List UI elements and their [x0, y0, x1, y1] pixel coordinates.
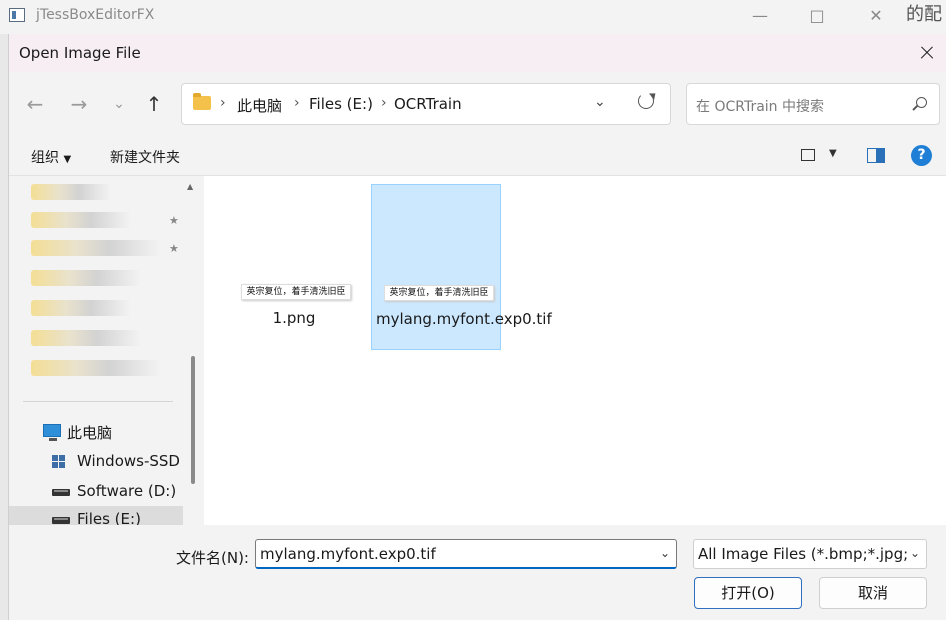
- filename-label: 文件名(N):: [176, 549, 249, 567]
- filename-input[interactable]: mylang.myfont.exp0.tif ⌄: [255, 539, 677, 569]
- blurred-quick-access-item[interactable]: [31, 360, 161, 376]
- filename-value: mylang.myfont.exp0.tif: [260, 545, 436, 563]
- file-type-select[interactable]: All Image Files (*.bmp;*.jpg;* ⌄: [693, 539, 927, 569]
- folder-icon: [193, 93, 211, 110]
- file-item-1-png[interactable]: 英宗复位，着手清洗旧臣 1.png: [229, 184, 359, 350]
- nav-item-label: Software (D:): [77, 482, 177, 500]
- nav-item-label: 此电脑: [67, 424, 113, 442]
- address-bar[interactable]: › 此电脑 › Files (E:) › OCRTrain ⌄: [181, 83, 671, 125]
- file-thumbnail: 英宗复位，着手清洗旧臣: [384, 285, 494, 301]
- computer-icon: [43, 424, 61, 441]
- nav-item-software-d[interactable]: Software (D:): [9, 478, 183, 506]
- nav-divider: [23, 401, 173, 402]
- nav-item-this-pc[interactable]: 此电脑: [9, 418, 183, 446]
- background-app-titlebar: jTessBoxEditorFX — □ ✕ 的配: [0, 0, 946, 34]
- search-input[interactable]: 在 OCRTrain 中搜索: [686, 83, 940, 125]
- dialog-titlebar: Open Image File: [9, 34, 946, 72]
- nav-item-label: Windows-SSD: [77, 452, 180, 470]
- maximize-icon[interactable]: □: [797, 4, 837, 28]
- dialog-toolbar: 组织 ▼ 新建文件夹 ▼ ?: [9, 137, 946, 176]
- file-item-mylang-tif[interactable]: 英宗复位，着手清洗旧臣 mylang.myfont.exp0.tif: [371, 184, 552, 350]
- scroll-up-icon[interactable]: ▲: [187, 182, 193, 191]
- new-folder-button[interactable]: 新建文件夹: [110, 147, 180, 167]
- cancel-button[interactable]: 取消: [819, 577, 927, 609]
- nav-item-windows-ssd[interactable]: Windows-SSD: [9, 448, 183, 476]
- blurred-quick-access-item[interactable]: [31, 300, 131, 316]
- blurred-quick-access-item[interactable]: [31, 330, 141, 346]
- background-app-body: [0, 34, 8, 620]
- file-thumbnail: 英宗复位，着手清洗旧臣: [241, 284, 351, 300]
- dialog-close-icon[interactable]: [908, 34, 946, 72]
- file-name: mylang.myfont.exp0.tif: [376, 310, 552, 328]
- drive-icon: [52, 489, 70, 496]
- background-text: 的配: [906, 4, 942, 25]
- search-placeholder: 在 OCRTrain 中搜索: [696, 99, 824, 115]
- file-list: 英宗复位，着手清洗旧臣 1.png 英宗复位，着手清洗旧臣 mylang.myf…: [204, 176, 946, 525]
- nav-item-files-e[interactable]: Files (E:): [9, 506, 183, 525]
- breadcrumb-separator-icon: ›: [381, 95, 387, 111]
- file-type-value: All Image Files (*.bmp;*.jpg;*: [698, 545, 916, 563]
- view-mode-icon[interactable]: [801, 149, 815, 161]
- open-file-dialog: Open Image File ← → ⌄ ↑ › 此电脑 › Files (E…: [8, 34, 946, 620]
- drive-icon: [52, 517, 70, 524]
- pin-icon: ★: [169, 214, 179, 227]
- breadcrumb-this-pc[interactable]: 此电脑: [237, 95, 282, 116]
- blurred-quick-access-item[interactable]: [31, 240, 161, 256]
- pin-icon: ★: [169, 242, 179, 255]
- recent-locations-chevron-icon[interactable]: ⌄: [105, 90, 133, 118]
- windows-drive-icon: [52, 455, 66, 469]
- dialog-title: Open Image File: [19, 44, 141, 62]
- back-arrow-icon[interactable]: ←: [21, 90, 49, 118]
- breadcrumb-ocrtrain[interactable]: OCRTrain: [394, 95, 462, 113]
- forward-arrow-icon[interactable]: →: [65, 90, 93, 118]
- file-type-chevron-icon: ⌄: [906, 546, 920, 560]
- app-icon: [9, 8, 25, 22]
- navigation-pane: ★ ★ 此电脑 Windows-SSD Software (D:) Files …: [9, 176, 195, 525]
- nav-pane-scrollbar-thumb[interactable]: [191, 356, 195, 484]
- file-name: 1.png: [272, 309, 316, 327]
- blurred-quick-access-item[interactable]: [31, 212, 131, 228]
- blurred-quick-access-item[interactable]: [31, 270, 141, 286]
- preview-pane-icon[interactable]: [867, 148, 885, 163]
- background-app-title: jTessBoxEditorFX: [36, 7, 155, 23]
- refresh-icon[interactable]: [638, 93, 654, 109]
- help-icon[interactable]: ?: [911, 145, 932, 166]
- view-options-chevron-icon[interactable]: ▼: [829, 148, 837, 159]
- breadcrumb-separator-icon: ›: [220, 95, 226, 111]
- minimize-icon[interactable]: —: [740, 4, 780, 28]
- organize-button[interactable]: 组织 ▼: [31, 147, 71, 167]
- search-icon[interactable]: [916, 97, 927, 108]
- address-history-chevron-icon[interactable]: ⌄: [594, 94, 606, 110]
- breadcrumb-separator-icon: ›: [294, 95, 300, 111]
- chevron-down-icon: ▼: [63, 154, 72, 165]
- filename-history-chevron-icon[interactable]: ⌄: [660, 546, 670, 560]
- nav-item-label: Files (E:): [77, 510, 141, 525]
- up-arrow-icon[interactable]: ↑: [140, 90, 168, 118]
- open-button[interactable]: 打开(O): [694, 577, 802, 609]
- breadcrumb-files-e[interactable]: Files (E:): [309, 95, 373, 113]
- dialog-footer: 文件名(N): mylang.myfont.exp0.tif ⌄ All Ima…: [9, 525, 946, 620]
- blurred-quick-access-item[interactable]: [31, 184, 111, 200]
- close-icon[interactable]: ✕: [856, 4, 896, 28]
